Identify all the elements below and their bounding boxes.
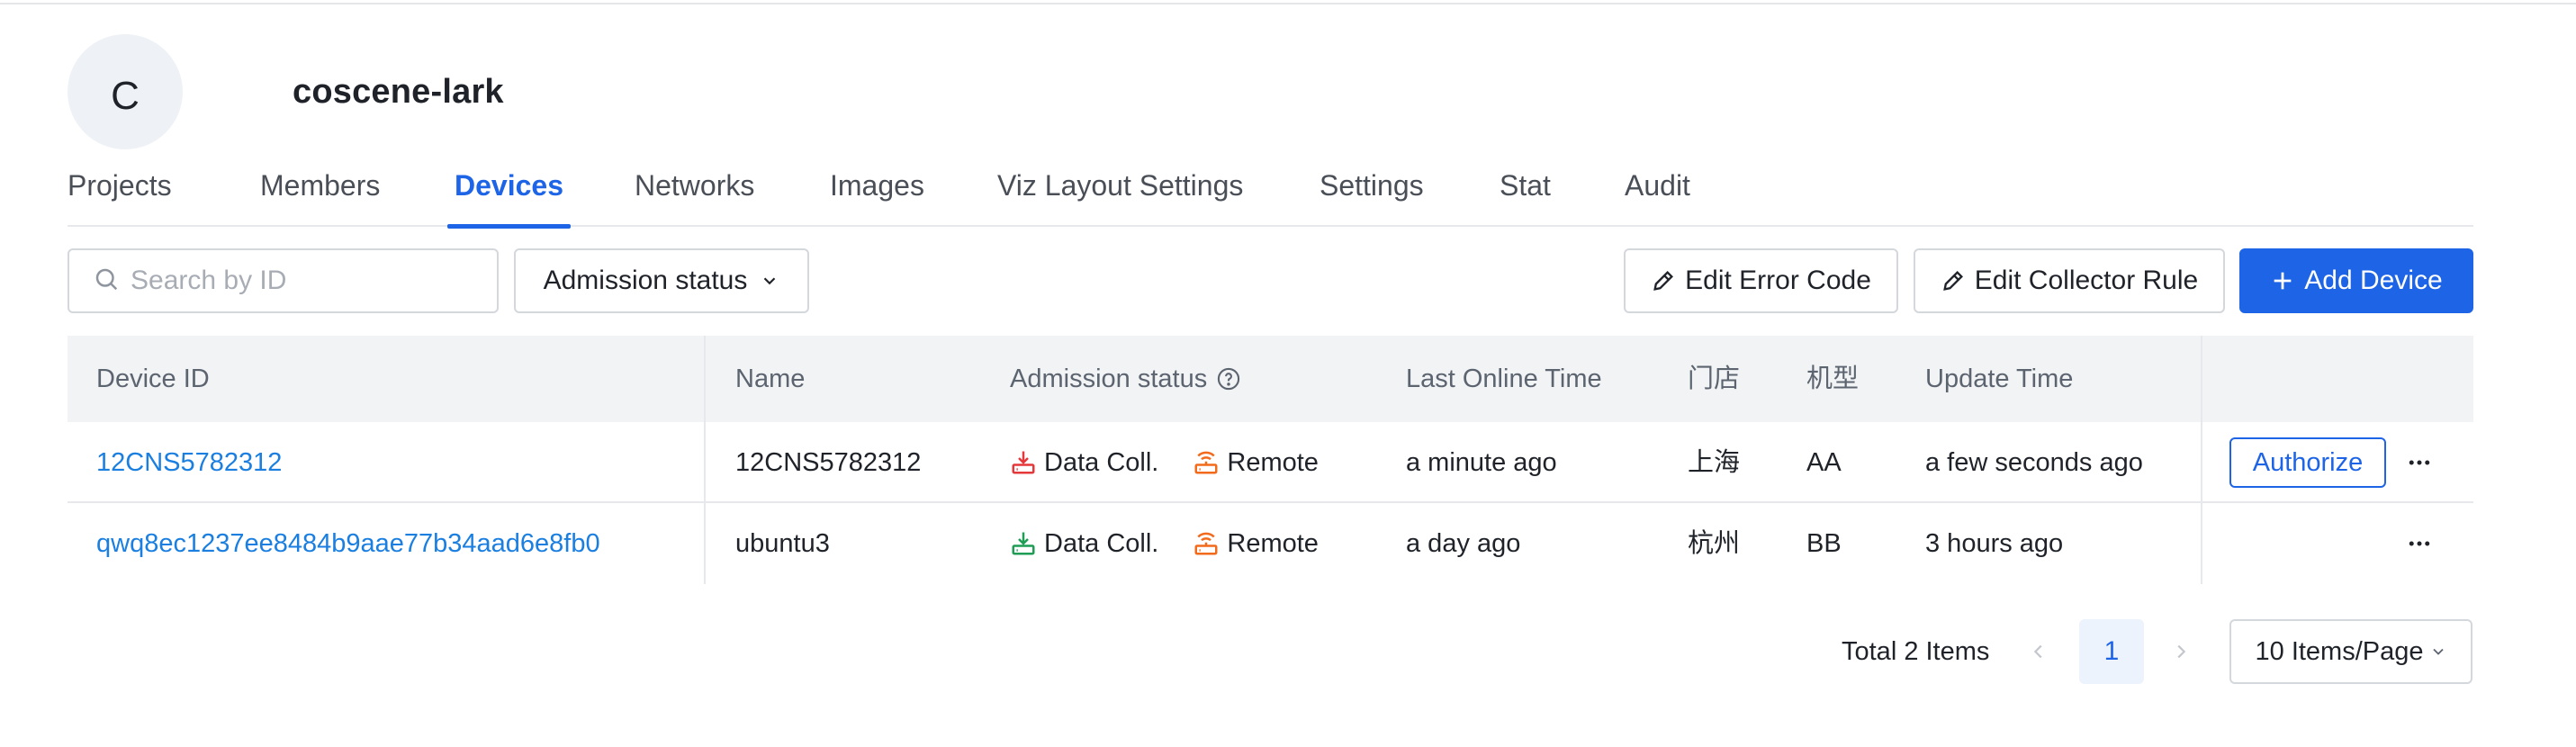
- page-size-label: 10 Items/Page: [2255, 636, 2424, 666]
- tab-viz-layout-settings[interactable]: Viz Layout Settings: [983, 160, 1257, 227]
- plus-icon: [2270, 268, 2295, 293]
- pencil-icon: [1941, 268, 1966, 293]
- page-size-select[interactable]: 10 Items/Page: [2229, 619, 2472, 684]
- admission-filter-label: Admission status: [543, 266, 748, 295]
- header-model: 机型: [1806, 364, 1860, 393]
- tab-networks[interactable]: Networks: [620, 160, 769, 227]
- table-row: qwq8ec1237ee8484b9aae77b34aad6e8fb0 ubun…: [68, 503, 2473, 584]
- remote-status: Remote: [1193, 422, 1319, 503]
- tab-projects[interactable]: Projects: [53, 160, 186, 227]
- avatar: C: [68, 34, 183, 149]
- search-icon: [93, 266, 120, 297]
- header-store: 门店: [1688, 364, 1741, 393]
- device-name: ubuntu3: [735, 529, 830, 558]
- header-device-id: Device ID: [96, 364, 210, 393]
- header-admission-status: Admission status: [1010, 336, 1241, 422]
- admission-status-cell: Data Coll. Remote: [1010, 422, 1319, 503]
- last-online-time: a minute ago: [1406, 448, 1557, 477]
- download-tray-icon: [1012, 451, 1035, 474]
- page-title: coscene-lark: [293, 72, 504, 111]
- header-update-time: Update Time: [1925, 364, 2074, 393]
- help-icon[interactable]: [1216, 366, 1241, 392]
- remote-status: Remote: [1193, 503, 1319, 584]
- column-divider: [2201, 336, 2202, 422]
- tab-audit[interactable]: Audit: [1610, 160, 1705, 227]
- pagination-total: Total 2 Items: [1842, 637, 1990, 666]
- edit-error-code-label: Edit Error Code: [1685, 266, 1871, 295]
- data-coll-status: Data Coll.: [1010, 503, 1158, 584]
- devices-table: Device ID Name Admission status Last Onl…: [68, 336, 2473, 584]
- tab-bar: Projects Members Devices Networks Images…: [68, 160, 2473, 229]
- top-divider: [0, 0, 2576, 4]
- download-tray-icon: [1012, 532, 1035, 555]
- edit-collector-rule-label: Edit Collector Rule: [1974, 266, 2199, 295]
- chevron-left-icon[interactable]: [2021, 619, 2057, 684]
- model-value: BB: [1806, 529, 1842, 558]
- chevron-down-icon: [760, 271, 779, 291]
- admission-status-filter[interactable]: Admission status: [514, 248, 809, 313]
- update-time: a few seconds ago: [1925, 448, 2143, 477]
- data-coll-label: Data Coll.: [1044, 529, 1159, 558]
- authorize-button[interactable]: Authorize: [2229, 437, 2386, 488]
- admission-status-cell: Data Coll. Remote: [1010, 503, 1319, 584]
- table-header: Device ID Name Admission status Last Onl…: [68, 336, 2473, 422]
- remote-label: Remote: [1227, 448, 1319, 477]
- column-divider: [704, 422, 706, 503]
- store-value: 上海: [1688, 448, 1741, 477]
- column-divider: [2201, 503, 2202, 584]
- last-online-time: a day ago: [1406, 529, 1521, 558]
- search-input[interactable]: [131, 266, 491, 296]
- add-device-label: Add Device: [2304, 266, 2443, 295]
- store-value: 杭州: [1688, 529, 1741, 558]
- page-number-button[interactable]: 1: [2079, 619, 2144, 684]
- router-icon: [1194, 532, 1218, 555]
- chevron-down-icon: [2429, 643, 2447, 661]
- pencil-icon: [1651, 268, 1676, 293]
- tab-devices[interactable]: Devices: [440, 160, 578, 229]
- update-time: 3 hours ago: [1925, 529, 2064, 558]
- device-id-link[interactable]: qwq8ec1237ee8484b9aae77b34aad6e8fb0: [96, 503, 600, 584]
- column-divider: [704, 503, 706, 584]
- edit-error-code-button[interactable]: Edit Error Code: [1624, 248, 1898, 313]
- toolbar: Admission status Edit Error Code Edit Co…: [68, 248, 2473, 313]
- more-actions-icon[interactable]: [2406, 422, 2433, 503]
- data-coll-label: Data Coll.: [1044, 448, 1159, 477]
- data-coll-status: Data Coll.: [1010, 422, 1158, 503]
- device-name: 12CNS5782312: [735, 448, 922, 477]
- more-actions-icon[interactable]: [2406, 503, 2433, 584]
- search-box[interactable]: [68, 248, 499, 313]
- tab-stat[interactable]: Stat: [1485, 160, 1565, 227]
- table-row: 12CNS5782312 12CNS5782312 Data Coll. Rem…: [68, 422, 2473, 503]
- tab-images[interactable]: Images: [815, 160, 939, 227]
- header-name: Name: [735, 364, 806, 393]
- model-value: AA: [1806, 448, 1842, 477]
- tab-settings[interactable]: Settings: [1305, 160, 1438, 227]
- column-divider: [2201, 422, 2202, 503]
- remote-label: Remote: [1227, 529, 1319, 558]
- header-admission-status-label: Admission status: [1010, 364, 1208, 393]
- chevron-right-icon[interactable]: [2163, 619, 2199, 684]
- add-device-button[interactable]: Add Device: [2239, 248, 2473, 313]
- column-divider: [704, 336, 706, 422]
- header-last-online-time: Last Online Time: [1406, 364, 1602, 393]
- router-icon: [1194, 451, 1218, 474]
- device-id-link[interactable]: 12CNS5782312: [96, 422, 282, 503]
- edit-collector-rule-button[interactable]: Edit Collector Rule: [1914, 248, 2225, 313]
- org-header: C coscene-lark: [68, 34, 504, 149]
- tab-members[interactable]: Members: [246, 160, 394, 227]
